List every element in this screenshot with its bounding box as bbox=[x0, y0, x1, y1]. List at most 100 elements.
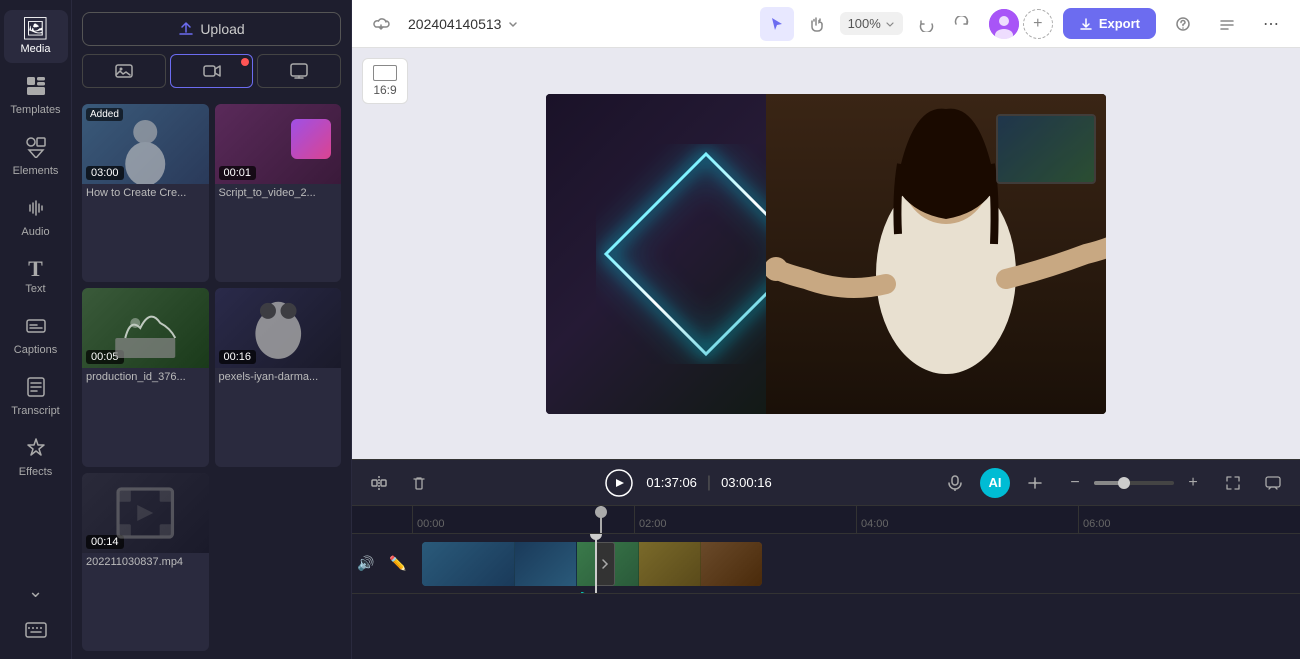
aspect-ratio-badge[interactable]: 16:9 bbox=[362, 58, 408, 104]
media-name: Script_to_video_2... bbox=[215, 184, 342, 204]
video-preview-content bbox=[546, 94, 1106, 414]
video-preview bbox=[546, 94, 1106, 414]
play-button[interactable] bbox=[602, 466, 636, 500]
sidebar-item-label: Templates bbox=[10, 104, 60, 116]
text-icon: T bbox=[28, 258, 43, 280]
zoom-timeline-control: − + bbox=[1060, 468, 1208, 498]
timeline-area: 01:37:06 | 03:00:16 AI − + bbox=[352, 459, 1300, 659]
templates-icon bbox=[25, 75, 47, 101]
project-name-label: 202404140513 bbox=[408, 16, 501, 32]
topbar: 202404140513 100% bbox=[352, 0, 1300, 48]
track-controls: 🔊 ✏️ bbox=[352, 549, 412, 579]
sidebar-item-media[interactable]: 🖼 Media bbox=[4, 10, 68, 63]
chevron-down-icon: ⌄ bbox=[28, 581, 43, 602]
zoom-level-label: 100% bbox=[848, 16, 881, 31]
undo-redo-group bbox=[909, 7, 979, 41]
upload-label: Upload bbox=[200, 21, 244, 37]
aspect-icon bbox=[373, 65, 397, 81]
media-icon: 🖼 bbox=[22, 18, 50, 40]
captions-icon bbox=[25, 315, 47, 341]
ruler-mark: 04:00 bbox=[856, 506, 1078, 533]
microphone-button[interactable] bbox=[940, 468, 970, 498]
media-name: pexels-iyan-darma... bbox=[215, 368, 342, 388]
delete-track-button[interactable] bbox=[404, 468, 434, 498]
topbar-tools: 100% bbox=[760, 7, 979, 41]
track-volume-button[interactable]: 🔊 bbox=[352, 549, 380, 579]
video-tab[interactable] bbox=[170, 54, 254, 88]
ruler-mark: 02:00 bbox=[634, 506, 856, 533]
total-time-display: 03:00:16 bbox=[721, 475, 772, 490]
teal-pointer-arrow bbox=[442, 578, 602, 593]
sidebar-item-keyboard[interactable] bbox=[4, 614, 68, 649]
canvas-area: 16:9 bbox=[352, 48, 1300, 459]
sidebar-item-label: Elements bbox=[13, 165, 59, 177]
ruler-marks: 00:00 02:00 04:00 06:00 bbox=[412, 506, 1300, 533]
video-track-content[interactable]: Add transition bbox=[412, 534, 1300, 593]
playhead-head bbox=[590, 534, 602, 540]
ai-button[interactable]: AI bbox=[980, 468, 1010, 498]
list-item[interactable]: Added 03:00 How to Create Cre... bbox=[82, 104, 209, 282]
captions-panel-button[interactable] bbox=[1210, 7, 1244, 41]
sidebar-item-templates[interactable]: Templates bbox=[4, 67, 68, 124]
media-type-tabs bbox=[82, 54, 341, 88]
zoom-out-button[interactable]: − bbox=[1060, 468, 1090, 498]
sidebar-item-transcript[interactable]: Transcript bbox=[4, 368, 68, 425]
media-name: How to Create Cre... bbox=[82, 184, 209, 204]
screen-tab[interactable] bbox=[257, 54, 341, 88]
media-panel-header: Upload bbox=[72, 0, 351, 96]
export-button[interactable]: Export bbox=[1063, 8, 1156, 39]
select-tool-button[interactable] bbox=[760, 7, 794, 41]
video-badge bbox=[241, 58, 249, 66]
split-button[interactable] bbox=[1020, 468, 1050, 498]
list-item[interactable]: 00:14 202211030837.mp4 bbox=[82, 473, 209, 651]
media-duration: 00:01 bbox=[219, 166, 257, 180]
sidebar-item-label: Transcript bbox=[11, 405, 60, 417]
zoom-control[interactable]: 100% bbox=[840, 12, 903, 35]
effects-icon bbox=[25, 437, 47, 463]
media-panel: Upload Added 03:00 bbox=[72, 0, 352, 659]
sidebar-item-effects[interactable]: Effects bbox=[4, 429, 68, 486]
track-edit-button[interactable]: ✏️ bbox=[384, 549, 412, 579]
help-button[interactable] bbox=[1166, 7, 1200, 41]
image-tab[interactable] bbox=[82, 54, 166, 88]
sidebar-item-label: Audio bbox=[21, 226, 49, 238]
list-item[interactable]: 00:01 Script_to_video_2... bbox=[215, 104, 342, 282]
cloud-save-button[interactable] bbox=[364, 7, 398, 41]
add-collaborator-button[interactable]: + bbox=[1023, 9, 1053, 39]
video-track-row: 🔊 ✏️ Add transition bbox=[352, 534, 1300, 594]
timeline-ruler: 00:00 02:00 04:00 06:00 bbox=[352, 506, 1300, 534]
current-time-display: 01:37:06 bbox=[646, 475, 697, 490]
sidebar-item-label: Media bbox=[21, 43, 51, 55]
aspect-ratio-label: 16:9 bbox=[373, 83, 396, 97]
transcript-icon bbox=[25, 376, 47, 402]
avatar-group: + bbox=[989, 9, 1053, 39]
audio-icon bbox=[25, 197, 47, 223]
fullscreen-button[interactable] bbox=[1218, 468, 1248, 498]
keyboard-icon bbox=[25, 622, 47, 641]
list-item[interactable]: 00:05 production_id_376... bbox=[82, 288, 209, 466]
more-options-button[interactable]: ⋯ bbox=[1254, 7, 1288, 41]
zoom-in-button[interactable]: + bbox=[1178, 468, 1208, 498]
timeline-tracks: 🔊 ✏️ Add transition bbox=[352, 534, 1300, 659]
main-area: 202404140513 100% bbox=[352, 0, 1300, 659]
sidebar-item-label: Effects bbox=[19, 466, 52, 478]
upload-button[interactable]: Upload bbox=[82, 12, 341, 46]
project-name[interactable]: 202404140513 bbox=[408, 16, 519, 32]
list-item[interactable]: 00:16 pexels-iyan-darma... bbox=[215, 288, 342, 466]
media-grid: Added 03:00 How to Create Cre... 00:01 S… bbox=[72, 96, 351, 659]
timeline-controls: 01:37:06 | 03:00:16 AI − + bbox=[352, 460, 1300, 506]
sidebar-item-label: Text bbox=[25, 283, 45, 295]
redo-button[interactable] bbox=[945, 7, 979, 41]
sidebar-item-collapse[interactable]: ⌄ bbox=[4, 573, 68, 610]
undo-button[interactable] bbox=[909, 7, 943, 41]
hand-tool-button[interactable] bbox=[800, 7, 834, 41]
split-tool-button[interactable] bbox=[364, 468, 394, 498]
sidebar-item-elements[interactable]: Elements bbox=[4, 128, 68, 185]
sidebar-item-audio[interactable]: Audio bbox=[4, 189, 68, 246]
sidebar-item-captions[interactable]: Captions bbox=[4, 307, 68, 364]
sidebar-item-label: Captions bbox=[14, 344, 57, 356]
sidebar-item-text[interactable]: T Text bbox=[4, 250, 68, 303]
ruler-mark: 06:00 bbox=[1078, 506, 1300, 533]
elements-icon bbox=[25, 136, 47, 162]
comment-button[interactable] bbox=[1258, 468, 1288, 498]
